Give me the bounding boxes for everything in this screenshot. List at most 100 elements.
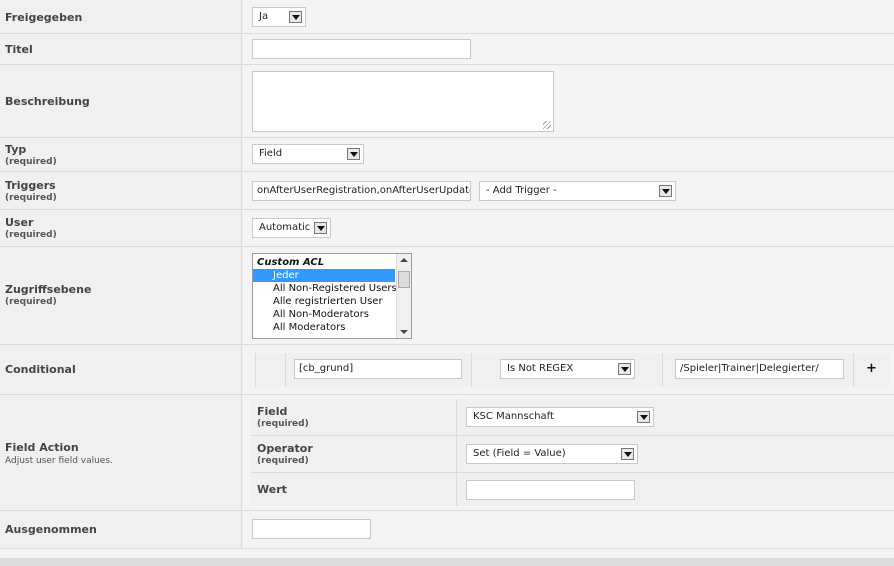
row-ausgenommen: Ausgenommen: [0, 511, 894, 549]
listbox-option-jeder[interactable]: Jeder: [253, 269, 395, 282]
row-user: User (required) Automatic: [0, 210, 894, 247]
conditional-value-input[interactable]: /Spieler|Trainer|Delegierter/: [675, 359, 844, 379]
typ-required: (required): [5, 157, 57, 167]
conditional-label: Conditional: [5, 363, 76, 376]
value-cell: [243, 65, 894, 137]
label-cell: Titel: [0, 34, 242, 64]
sub-label-cell: Wert: [251, 473, 457, 506]
listbox-option[interactable]: All Moderators: [253, 321, 411, 334]
beschreibung-textarea[interactable]: [252, 71, 554, 132]
label-cell: Triggers (required): [0, 172, 242, 209]
add-condition-icon[interactable]: +: [866, 361, 877, 376]
sub-label-cell: Field (required): [251, 399, 457, 435]
conditional-operator-select[interactable]: Is Not REGEX: [500, 359, 635, 379]
typ-value: Field: [259, 148, 283, 159]
titel-input[interactable]: [252, 39, 471, 59]
scroll-thumb[interactable]: [398, 271, 410, 288]
label-cell: Zugriffsebene (required): [0, 247, 242, 344]
freigegeben-value: Ja: [259, 11, 269, 22]
conditional-operator-value: Is Not REGEX: [507, 363, 574, 374]
chevron-down-icon: [659, 185, 672, 197]
row-typ: Typ (required) Field: [0, 138, 894, 172]
row-titel: Titel: [0, 34, 894, 65]
chevron-down-icon: [289, 11, 302, 23]
fa-field-required: (required): [257, 419, 309, 429]
value-cell: [243, 511, 894, 548]
conditional-value-cell: /Spieler|Trainer|Delegierter/: [663, 353, 854, 387]
add-trigger-select[interactable]: - Add Trigger -: [479, 181, 676, 201]
listbox-option[interactable]: All Non-Registered Users: [253, 282, 411, 295]
freigegeben-select[interactable]: Ja: [252, 7, 306, 27]
conditional-add-cell: +: [854, 353, 890, 387]
chevron-down-icon: [347, 148, 360, 160]
chevron-down-icon: [621, 448, 634, 460]
listbox-group-label: Custom ACL: [257, 257, 325, 268]
beschreibung-label: Beschreibung: [5, 95, 90, 108]
fa-field-label: Field: [257, 405, 288, 418]
sub-label-cell: Operator (required): [251, 436, 457, 472]
conditional-field-input[interactable]: [cb_grund]: [294, 359, 462, 379]
typ-select[interactable]: Field: [252, 144, 364, 164]
label-cell: Beschreibung: [0, 65, 242, 137]
triggers-input[interactable]: onAfterUserRegistration,onAfterUserUpdat…: [252, 181, 471, 201]
field-action-note: Adjust user field values.: [5, 456, 113, 466]
label-cell: Conditional: [0, 345, 242, 394]
ausgenommen-input[interactable]: [252, 519, 371, 539]
chevron-down-icon: [637, 411, 650, 423]
row-field-action: Field Action Adjust user field values. F…: [0, 395, 894, 511]
label-cell: User (required): [0, 210, 242, 246]
zugriffsebene-label: Zugriffsebene: [5, 283, 92, 296]
ausgenommen-label: Ausgenommen: [5, 523, 97, 536]
value-cell: onAfterUserRegistration,onAfterUserUpdat…: [243, 172, 894, 209]
value-cell: Field (required) KSC Mannschaft Operator…: [243, 395, 894, 510]
row-triggers: Triggers (required) onAfterUserRegistrat…: [0, 172, 894, 210]
user-label: User: [5, 216, 34, 229]
label-cell: Ausgenommen: [0, 511, 242, 548]
fa-wert-input[interactable]: [466, 480, 635, 500]
triggers-label: Triggers: [5, 179, 56, 192]
fa-operator-select[interactable]: Set (Field = Value): [466, 444, 638, 464]
scroll-up-icon[interactable]: [400, 258, 408, 262]
user-required: (required): [5, 230, 57, 240]
row-beschreibung: Beschreibung: [0, 65, 894, 138]
value-cell: Field: [243, 138, 894, 171]
fa-operator-required: (required): [257, 456, 309, 466]
triggers-required: (required): [5, 193, 57, 203]
user-value: Automatic: [259, 222, 311, 233]
resize-grip-icon[interactable]: [543, 121, 551, 129]
fa-operator-value: Set (Field = Value): [473, 448, 566, 459]
chevron-down-icon: [618, 363, 631, 375]
field-action-label: Field Action: [5, 441, 79, 454]
typ-label: Typ: [5, 143, 27, 156]
row-conditional: Conditional [cb_grund] Is Not REGEX /Spi…: [0, 345, 894, 395]
add-trigger-value: - Add Trigger -: [486, 185, 557, 196]
label-cell: Field Action Adjust user field values.: [0, 395, 242, 510]
value-cell: [243, 34, 894, 64]
value-cell: Custom ACL Jeder All Non-Registered User…: [243, 247, 894, 344]
scroll-down-icon[interactable]: [400, 330, 408, 334]
row-freigegeben: Freigegeben Ja: [0, 0, 894, 34]
zugriffsebene-required: (required): [5, 297, 57, 307]
listbox-option[interactable]: All Non-Moderators: [253, 308, 411, 321]
value-cell: Ja: [243, 0, 894, 33]
conditional-spacer-cell: [255, 353, 286, 387]
chevron-down-icon: [314, 222, 327, 234]
row-zugriffsebene: Zugriffsebene (required) Custom ACL Jede…: [0, 247, 894, 345]
user-select[interactable]: Automatic: [252, 218, 331, 238]
fa-field-value: KSC Mannschaft: [473, 411, 554, 422]
listbox-option[interactable]: Alle registrierten User: [253, 295, 411, 308]
fa-field-select[interactable]: KSC Mannschaft: [466, 407, 654, 427]
conditional-operator-cell: Is Not REGEX: [472, 353, 663, 387]
label-cell: Typ (required): [0, 138, 242, 171]
value-cell: Automatic: [243, 210, 894, 246]
listbox-scrollbar[interactable]: [396, 254, 411, 338]
zugriffsebene-listbox[interactable]: Custom ACL Jeder All Non-Registered User…: [252, 253, 412, 339]
freigegeben-label: Freigegeben: [5, 11, 83, 24]
subrow-wert: Wert: [251, 473, 894, 506]
fa-wert-label: Wert: [257, 483, 287, 496]
subrow-operator: Operator (required) Set (Field = Value): [251, 436, 894, 473]
subrow-field: Field (required) KSC Mannschaft: [251, 399, 894, 436]
bottom-strip: [0, 558, 894, 566]
conditional-field-cell: [cb_grund]: [286, 353, 472, 387]
fa-operator-label: Operator: [257, 442, 313, 455]
